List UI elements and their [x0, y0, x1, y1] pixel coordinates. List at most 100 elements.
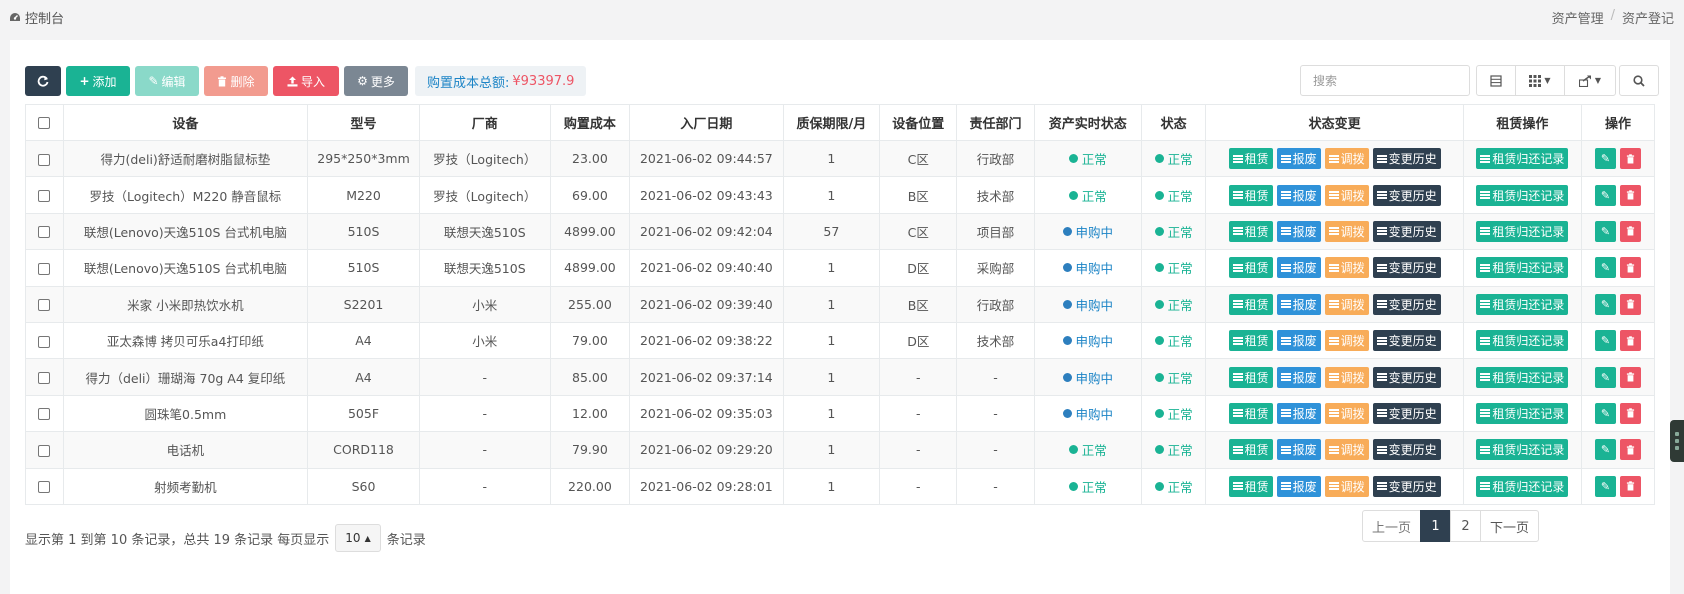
select-all-checkbox[interactable]	[38, 116, 51, 129]
row-edit-button[interactable]: ✎	[1594, 330, 1616, 352]
scrap-button[interactable]: 报废	[1276, 184, 1321, 206]
transfer-button[interactable]: 调拨	[1324, 475, 1369, 497]
rent-button[interactable]: 租赁	[1228, 475, 1273, 497]
history-button[interactable]: 变更历史	[1372, 439, 1441, 461]
column-header[interactable]: 状态	[1140, 104, 1207, 141]
history-button[interactable]: 变更历史	[1372, 257, 1441, 279]
transfer-button[interactable]: 调拨	[1324, 366, 1369, 388]
history-button[interactable]: 变更历史	[1372, 402, 1441, 424]
rent-record-button[interactable]: 租赁归还记录	[1476, 330, 1569, 352]
transfer-button[interactable]: 调拨	[1324, 402, 1369, 424]
search-input[interactable]: 搜索	[1300, 65, 1470, 96]
row-edit-button[interactable]: ✎	[1594, 184, 1616, 206]
history-button[interactable]: 变更历史	[1372, 184, 1441, 206]
page-2-button[interactable]: 2	[1450, 510, 1481, 542]
rent-button[interactable]: 租赁	[1228, 330, 1273, 352]
transfer-button[interactable]: 调拨	[1324, 184, 1369, 206]
row-edit-button[interactable]: ✎	[1594, 257, 1616, 279]
add-button[interactable]: + 添加	[66, 66, 130, 96]
next-page-button[interactable]: 下一页	[1480, 510, 1539, 542]
delete-button[interactable]: 删除	[204, 66, 268, 96]
row-edit-button[interactable]: ✎	[1594, 366, 1616, 388]
row-checkbox[interactable]	[38, 408, 51, 421]
scrap-button[interactable]: 报废	[1276, 439, 1321, 461]
rent-button[interactable]: 租赁	[1228, 402, 1273, 424]
rent-record-button[interactable]: 租赁归还记录	[1476, 148, 1569, 170]
row-checkbox[interactable]	[38, 226, 51, 239]
rent-button[interactable]: 租赁	[1228, 293, 1273, 315]
export-dropdown-button[interactable]: ▼	[1564, 65, 1616, 96]
rent-button[interactable]: 租赁	[1228, 148, 1273, 170]
row-delete-button[interactable]	[1619, 220, 1641, 242]
rent-record-button[interactable]: 租赁归还记录	[1476, 402, 1569, 424]
column-header[interactable]: 型号	[307, 104, 420, 141]
row-delete-button[interactable]	[1619, 439, 1641, 461]
breadcrumb-item-asset-management[interactable]: 资产管理	[1552, 8, 1604, 27]
rent-button[interactable]: 租赁	[1228, 366, 1273, 388]
row-checkbox[interactable]	[38, 190, 51, 203]
history-button[interactable]: 变更历史	[1372, 148, 1441, 170]
column-header[interactable]: 厂商	[418, 104, 551, 141]
row-delete-button[interactable]	[1619, 402, 1641, 424]
page-size-dropdown[interactable]: 10 ▲	[335, 524, 381, 552]
refresh-button[interactable]	[25, 66, 61, 96]
column-header[interactable]: 设备位置	[879, 104, 958, 141]
rent-record-button[interactable]: 租赁归还记录	[1476, 184, 1569, 206]
column-header[interactable]: 资产实时状态	[1033, 104, 1142, 141]
transfer-button[interactable]: 调拨	[1324, 257, 1369, 279]
scrap-button[interactable]: 报废	[1276, 220, 1321, 242]
rent-record-button[interactable]: 租赁归还记录	[1476, 475, 1569, 497]
scrap-button[interactable]: 报废	[1276, 330, 1321, 352]
scrap-button[interactable]: 报废	[1276, 148, 1321, 170]
row-delete-button[interactable]	[1619, 293, 1641, 315]
history-button[interactable]: 变更历史	[1372, 475, 1441, 497]
column-header[interactable]: 入厂日期	[629, 104, 784, 141]
row-checkbox[interactable]	[38, 262, 51, 275]
row-delete-button[interactable]	[1619, 257, 1641, 279]
row-delete-button[interactable]	[1619, 330, 1641, 352]
page-1-button[interactable]: 1	[1420, 510, 1451, 542]
rent-record-button[interactable]: 租赁归还记录	[1476, 366, 1569, 388]
transfer-button[interactable]: 调拨	[1324, 220, 1369, 242]
search-button[interactable]	[1619, 65, 1659, 96]
toggle-view-button[interactable]	[1476, 65, 1516, 96]
column-header[interactable]: 购置成本	[549, 104, 631, 141]
row-edit-button[interactable]: ✎	[1594, 293, 1616, 315]
scrap-button[interactable]: 报废	[1276, 293, 1321, 315]
history-button[interactable]: 变更历史	[1372, 330, 1441, 352]
history-button[interactable]: 变更历史	[1372, 293, 1441, 315]
row-checkbox[interactable]	[38, 153, 51, 166]
row-edit-button[interactable]: ✎	[1594, 220, 1616, 242]
scrap-button[interactable]: 报废	[1276, 257, 1321, 279]
scrap-button[interactable]: 报废	[1276, 366, 1321, 388]
rent-button[interactable]: 租赁	[1228, 184, 1273, 206]
rent-record-button[interactable]: 租赁归还记录	[1476, 439, 1569, 461]
dashboard-title[interactable]: 控制台	[9, 8, 64, 27]
row-edit-button[interactable]: ✎	[1594, 439, 1616, 461]
transfer-button[interactable]: 调拨	[1324, 293, 1369, 315]
row-checkbox[interactable]	[38, 335, 51, 348]
row-edit-button[interactable]: ✎	[1594, 148, 1616, 170]
columns-dropdown-button[interactable]: ▼	[1515, 65, 1565, 96]
transfer-button[interactable]: 调拨	[1324, 148, 1369, 170]
row-edit-button[interactable]: ✎	[1594, 475, 1616, 497]
scrap-button[interactable]: 报废	[1276, 475, 1321, 497]
rent-record-button[interactable]: 租赁归还记录	[1476, 220, 1569, 242]
history-button[interactable]: 变更历史	[1372, 220, 1441, 242]
row-checkbox[interactable]	[38, 481, 51, 494]
row-delete-button[interactable]	[1619, 148, 1641, 170]
rent-button[interactable]: 租赁	[1228, 257, 1273, 279]
rent-record-button[interactable]: 租赁归还记录	[1476, 293, 1569, 315]
more-button[interactable]: ⚙ 更多	[344, 66, 408, 96]
row-delete-button[interactable]	[1619, 475, 1641, 497]
column-header[interactable]: 设备	[62, 104, 309, 141]
rent-record-button[interactable]: 租赁归还记录	[1476, 257, 1569, 279]
rent-button[interactable]: 租赁	[1228, 220, 1273, 242]
import-button[interactable]: 导入	[273, 66, 339, 96]
side-drawer-handle[interactable]	[1670, 420, 1684, 462]
column-header[interactable]: 责任部门	[956, 104, 1035, 141]
row-edit-button[interactable]: ✎	[1594, 402, 1616, 424]
row-checkbox[interactable]	[38, 372, 51, 385]
rent-button[interactable]: 租赁	[1228, 439, 1273, 461]
transfer-button[interactable]: 调拨	[1324, 330, 1369, 352]
